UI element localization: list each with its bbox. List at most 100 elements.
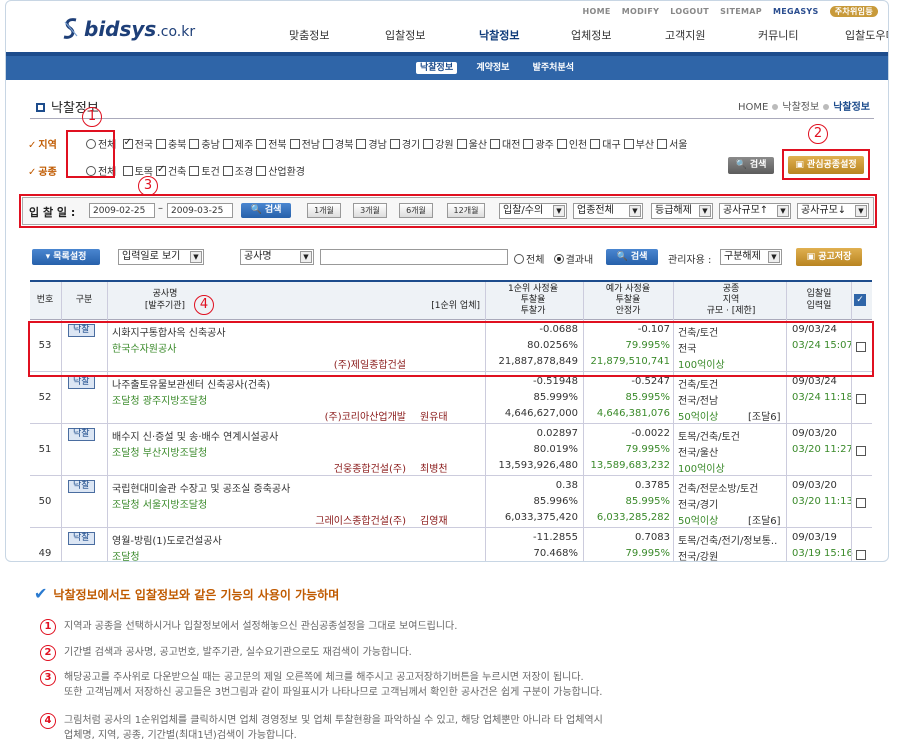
table-row[interactable]: 50 낙찰 국립현대미술관 수장고 및 공조실 증축공사 조달청 서울지방조달청 그레이… — [30, 476, 872, 528]
th-c2-3: 안정가 — [615, 306, 641, 316]
row-g3: 100억이상 — [678, 464, 725, 475]
gnb-item[interactable]: 입찰도우미 — [845, 27, 888, 43]
breadcrumb-item[interactable]: 낙찰정보 — [782, 102, 819, 113]
work-option-label: 건축 — [167, 167, 187, 178]
row-checkbox[interactable] — [856, 498, 866, 508]
scope-result-radio[interactable] — [553, 254, 564, 264]
work-checkbox-2[interactable] — [189, 166, 200, 176]
table-row[interactable]: 52 낙찰 나주출토유물보관센터 신축공사(건축) 조달청 광주지방조달청 (주)코리아… — [30, 372, 872, 424]
note-number-icon: 1 — [40, 619, 56, 635]
breadcrumb-home[interactable]: HOME — [738, 102, 768, 113]
row-checkbox[interactable] — [856, 446, 866, 456]
save-notice-button[interactable]: ▣ 공고저장 — [796, 248, 862, 266]
view-mode-select[interactable]: 입력일로 보기 ▼ — [118, 249, 204, 265]
region-option-label: 대구 — [602, 140, 621, 151]
table-row[interactable]: 51 낙찰 배수지 신·증설 및 송·배수 연계시설공사 조달청 부산지방조달청 건웅종… — [30, 424, 872, 476]
gnb-item[interactable]: 입찰정보 — [385, 27, 425, 43]
subnav-item[interactable]: 발주처분석 — [529, 62, 578, 74]
region-checkbox-11[interactable] — [490, 139, 501, 149]
row-company-link[interactable]: (주)코리아산업개발 — [290, 408, 406, 423]
row-name-link[interactable]: 나주출토유물보관센터 신축공사(건축) — [112, 376, 270, 391]
save-notice-label: 공고저장 — [818, 252, 852, 262]
region-checkbox-7[interactable] — [356, 139, 367, 149]
notes-title-text: 낙찰정보에서도 입찰정보와 같은 기능의 사용이 가능하며 — [53, 588, 340, 602]
gnb-item[interactable]: 커뮤니티 — [758, 27, 798, 43]
logo[interactable]: bidsys.co.kr — [62, 17, 195, 41]
row-g1: 토목/건축/토건 — [678, 432, 740, 443]
region-checkbox-14[interactable] — [590, 139, 601, 149]
work-option-label: 산업환경 — [268, 167, 306, 178]
work-checkbox-3[interactable] — [222, 166, 233, 176]
row-type-badge[interactable]: 낙찰 — [68, 376, 95, 389]
th-c3-3: 규모 · [제한] — [706, 306, 756, 316]
search-button[interactable]: 🔍 검색 — [728, 157, 774, 174]
subnav-item[interactable]: 계약정보 — [472, 62, 513, 74]
scope-all-radio[interactable] — [514, 254, 524, 264]
annotation-box-2 — [782, 149, 870, 180]
th-c4-2: 입력일 — [806, 301, 832, 311]
region-checkbox-15[interactable] — [623, 139, 634, 149]
gnb-item[interactable]: 업체정보 — [571, 27, 611, 43]
region-checkbox-13[interactable] — [556, 139, 567, 149]
region-checkbox-8[interactable] — [389, 139, 400, 149]
region-checkbox-5[interactable] — [289, 139, 300, 149]
gnb-item-active[interactable]: 낙찰정보 — [479, 27, 519, 43]
row-checkbox[interactable] — [856, 550, 866, 560]
region-checkbox-6[interactable] — [323, 139, 334, 149]
row-company-link[interactable]: 그레이스종합건설(주) — [290, 512, 406, 527]
result-search-button[interactable]: 🔍 검색 — [606, 249, 658, 265]
subnav-item-active[interactable]: 낙찰정보 — [416, 62, 458, 74]
util-modify-link[interactable]: MODIFY — [622, 7, 659, 16]
work-checkbox-1[interactable] — [155, 164, 166, 176]
row-company-link[interactable]: 건웅종합건설(주) — [290, 460, 406, 475]
breadcrumb-dot-icon — [823, 104, 830, 110]
list-setting-button[interactable]: ▾ 목록설정 — [32, 249, 100, 265]
region-checkbox-3[interactable] — [222, 139, 233, 149]
row-d1: 09/03/19 — [792, 532, 837, 543]
select-all-checkbox[interactable]: ✓ — [854, 294, 866, 306]
manage-select[interactable]: 구분해제 ▼ — [720, 249, 782, 265]
util-special-link[interactable]: 주차위임등 — [829, 6, 878, 17]
row-name-link[interactable]: 배수지 신·증설 및 송·배수 연계시설공사 — [112, 428, 278, 443]
region-checkbox-12[interactable] — [523, 139, 534, 149]
row-e1: -0.0022 — [631, 428, 670, 439]
gnb-item[interactable]: 고객지원 — [665, 27, 705, 43]
util-home-link[interactable]: HOME — [583, 7, 611, 16]
util-megasys-link[interactable]: MEGASYS — [773, 7, 819, 16]
note-text: 또한 고객님께서 저장하신 공고들은 3번그림과 같이 파일표시가 나타나므로 … — [64, 687, 603, 698]
region-checkbox-10[interactable] — [456, 139, 467, 149]
region-checkbox-9[interactable] — [423, 139, 434, 149]
region-checkbox-2[interactable] — [189, 139, 200, 149]
row-person: 최병천 — [420, 464, 448, 475]
util-logout-link[interactable]: LOGOUT — [670, 7, 709, 16]
region-option-label: 전국 — [134, 140, 153, 151]
util-links: HOME MODIFY LOGOUT SITEMAP MEGASYS 주차위임등 — [575, 6, 878, 17]
row-g2: 전국/전남 — [678, 396, 719, 407]
row-type-badge[interactable]: 낙찰 — [68, 532, 95, 545]
region-checkbox-1[interactable] — [155, 139, 166, 149]
row-d1: 09/03/20 — [792, 428, 837, 439]
util-sitemap-link[interactable]: SITEMAP — [720, 7, 762, 16]
region-checkbox-16[interactable] — [657, 139, 668, 149]
region-checkbox-0[interactable] — [122, 137, 133, 149]
region-checkbox-4[interactable] — [256, 139, 267, 149]
note-item: 2 기간별 검색과 공사명, 공고번호, 발주기관, 실수요기관으로도 재검색이 … — [40, 645, 880, 661]
search-input[interactable] — [320, 249, 508, 265]
search-button-label: 검색 — [749, 160, 767, 170]
row-org: 조달청 광주지방조달청 — [112, 396, 208, 407]
row-no: 49 — [38, 548, 52, 559]
work-checkbox-0[interactable] — [122, 166, 133, 176]
region-option-label: 강원 — [435, 140, 454, 151]
row-name-link[interactable]: 국립현대미술관 수장고 및 공조실 증축공사 — [112, 480, 290, 495]
work-checkbox-4[interactable] — [256, 166, 267, 176]
note-item: 1 지역과 공종을 선택하시거나 입찰정보에서 설정해놓으신 관심공종설정을 그대… — [40, 619, 880, 635]
row-checkbox[interactable] — [856, 394, 866, 404]
row-name-link[interactable]: 영월-방림(1)도로건설공사 — [112, 532, 222, 547]
table-row[interactable]: 49 낙찰 영월-방림(1)도로건설공사 조달청 -11.2855 70.468% 0.70… — [30, 528, 872, 561]
gnb-item[interactable]: 맞춤정보 — [289, 27, 329, 43]
search-field-select[interactable]: 공사명 ▼ — [240, 249, 314, 265]
note-number-icon: 4 — [40, 713, 56, 729]
sub-nav: 낙찰정보 계약정보 발주처분석 — [6, 56, 888, 80]
row-type-badge[interactable]: 낙찰 — [68, 428, 95, 441]
row-type-badge[interactable]: 낙찰 — [68, 480, 95, 493]
